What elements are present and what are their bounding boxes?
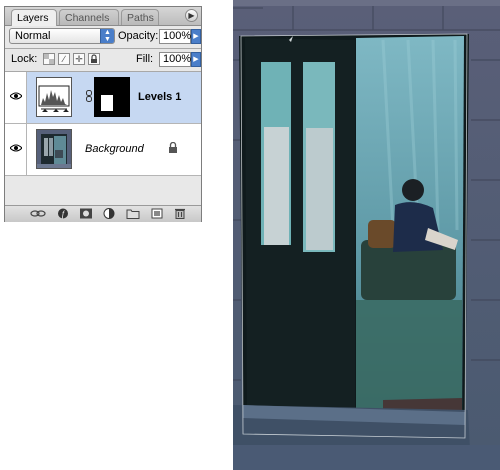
blend-row: Normal ▲ ▼ Opacity: 100% ▶ xyxy=(5,28,201,46)
layer-style-icon[interactable]: f xyxy=(56,208,70,219)
mask-link-icon[interactable] xyxy=(86,90,92,102)
visibility-toggle[interactable] xyxy=(5,72,27,123)
lock-transparent-icon[interactable] xyxy=(43,53,55,65)
layer-mask-thumbnail[interactable] xyxy=(94,77,130,117)
new-group-icon[interactable] xyxy=(126,208,140,219)
blend-mode-value: Normal xyxy=(15,30,51,42)
opacity-label: Opacity: xyxy=(118,30,159,42)
add-mask-icon[interactable] xyxy=(79,208,93,219)
layer-row-background[interactable]: Background xyxy=(5,124,201,176)
lock-row: Lock: ∕ ✛ Fill: 100% ▶ xyxy=(5,51,201,69)
visibility-toggle[interactable] xyxy=(5,124,27,175)
eye-icon xyxy=(10,144,22,152)
lock-icon xyxy=(169,142,177,153)
doorway-image xyxy=(233,0,500,470)
fill-label: Fill: xyxy=(136,53,154,65)
fill-field[interactable]: 100% xyxy=(159,52,191,67)
lock-all-icon[interactable] xyxy=(88,53,100,65)
fill-slider-icon[interactable]: ▶ xyxy=(191,52,201,67)
layer-row-levels[interactable]: Levels 1 xyxy=(5,72,201,124)
tab-paths[interactable]: Paths xyxy=(121,9,159,25)
tab-layers[interactable]: Layers xyxy=(11,9,57,26)
lock-label: Lock: xyxy=(11,53,38,65)
palette-menu-icon[interactable]: ▶ xyxy=(185,9,198,22)
lock-position-icon[interactable]: ✛ xyxy=(73,53,85,65)
palette-tab-bar: Layers Channels Paths ▶ xyxy=(5,7,201,26)
palette-footer: f xyxy=(5,205,201,222)
layers-palette: Layers Channels Paths ▶ Normal ▲ ▼ Opacit… xyxy=(4,6,202,222)
canvas-photo[interactable] xyxy=(233,0,500,470)
tab-channels[interactable]: Channels xyxy=(59,9,119,25)
new-layer-icon[interactable] xyxy=(150,208,164,219)
blend-mode-select[interactable]: Normal ▲ ▼ xyxy=(9,28,115,44)
lock-image-icon[interactable]: ∕ xyxy=(58,53,70,65)
layer-name-background: Background xyxy=(85,143,144,155)
background-thumbnail xyxy=(36,129,72,169)
opacity-slider-icon[interactable]: ▶ xyxy=(191,29,201,44)
trash-icon[interactable] xyxy=(173,208,187,219)
select-arrows-icon: ▲ ▼ xyxy=(100,29,114,43)
layer-name-levels: Levels 1 xyxy=(138,91,182,103)
opacity-field[interactable]: 100% xyxy=(159,29,191,44)
new-fill-adjustment-icon[interactable] xyxy=(102,208,116,219)
eye-icon xyxy=(10,92,22,100)
divider xyxy=(5,48,201,49)
levels-adjustment-icon xyxy=(36,77,72,117)
link-layers-icon[interactable] xyxy=(30,208,46,219)
